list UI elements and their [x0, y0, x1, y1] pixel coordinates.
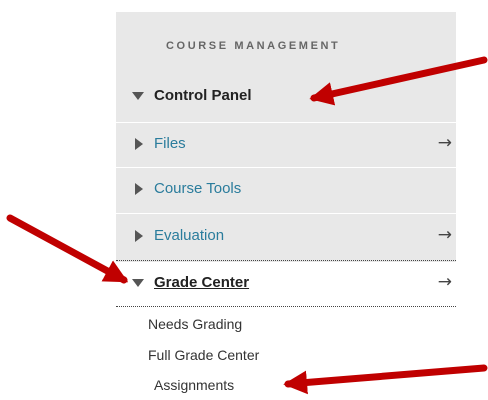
annotation-arrow-icon [309, 56, 488, 106]
annotation-arrow-icon [283, 364, 488, 395]
annotation-arrow-icon [6, 214, 129, 284]
annotation-overlay [6, 56, 488, 395]
